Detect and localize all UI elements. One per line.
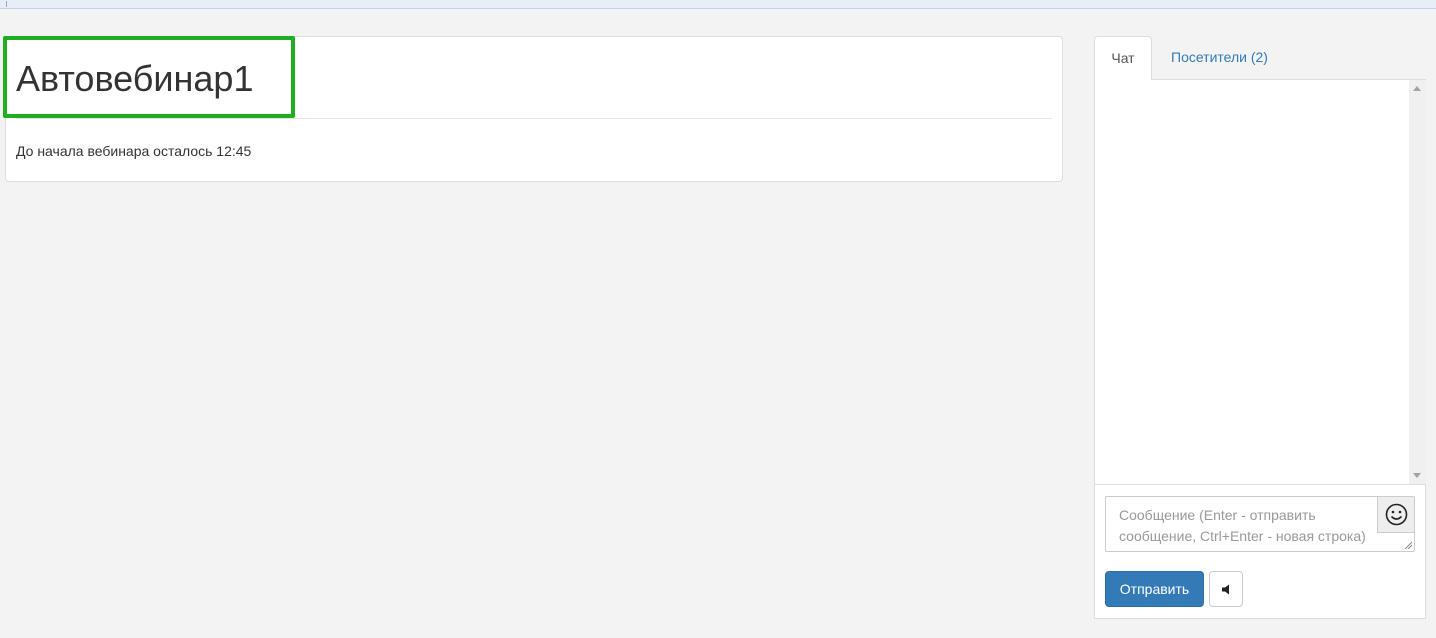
scroll-up-arrow-icon[interactable]: [1413, 86, 1421, 91]
chat-scrollbar[interactable]: [1409, 80, 1426, 484]
composer-divider: [1095, 484, 1426, 485]
chat-messages: [1095, 80, 1409, 484]
webinar-panel: Автовебинар1 До начала вебинара осталось…: [3, 36, 1063, 182]
speaker-icon: [1222, 584, 1229, 595]
emoji-button[interactable]: [1377, 497, 1414, 533]
panel-divider: [16, 118, 1052, 119]
smiley-icon: [1385, 503, 1408, 526]
chat-body: Отправить: [1094, 80, 1426, 619]
scroll-down-arrow-icon[interactable]: [1413, 473, 1421, 478]
tab-chat[interactable]: Чат: [1094, 36, 1152, 81]
chat-sidebar: Чат Посетители (2) Отпра: [1094, 36, 1426, 619]
message-input-box: [1105, 496, 1415, 552]
sidebar-tabs: Чат Посетители (2): [1094, 36, 1426, 81]
browser-top-strip: [0, 0, 1436, 9]
title-highlight-box: [3, 36, 295, 118]
message-input[interactable]: [1106, 497, 1378, 551]
countdown-text: До начала вебинара осталось 12:45: [16, 143, 252, 159]
tab-visitors[interactable]: Посетители (2): [1156, 36, 1283, 80]
send-button[interactable]: Отправить: [1105, 571, 1204, 607]
resize-grip-icon[interactable]: [1404, 541, 1412, 549]
sound-toggle-button[interactable]: [1209, 571, 1243, 607]
strip-tick: [6, 1, 7, 7]
